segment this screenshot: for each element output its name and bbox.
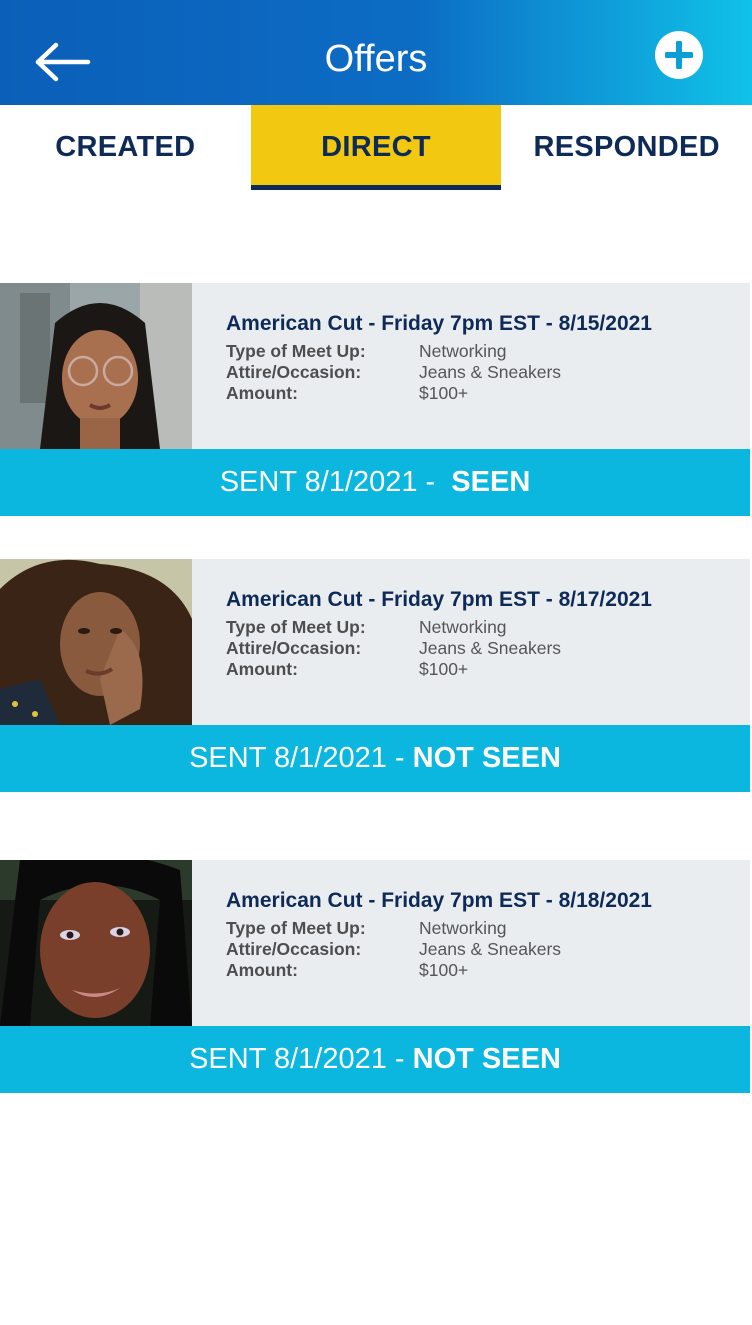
tab-direct[interactable]: DIRECT	[250, 105, 502, 190]
detail-row-amount: Amount: $100+	[226, 960, 652, 981]
detail-label: Attire/Occasion:	[226, 939, 362, 959]
detail-label: Attire/Occasion:	[226, 638, 362, 658]
detail-value: Networking	[419, 918, 507, 938]
offer-title: American Cut - Friday 7pm EST - 8/15/202…	[226, 312, 652, 335]
add-offer-button[interactable]	[655, 31, 703, 79]
detail-label: Type of Meet Up:	[226, 617, 366, 637]
detail-value: $100+	[419, 960, 469, 980]
detail-value: $100+	[419, 659, 469, 679]
offer-details: American Cut - Friday 7pm EST - 8/17/202…	[226, 587, 652, 680]
plus-circle-icon	[665, 41, 693, 69]
profile-photo[interactable]	[0, 860, 192, 1026]
detail-value: $100+	[419, 383, 469, 403]
detail-row-amount: Amount: $100+	[226, 383, 652, 404]
detail-value: Jeans & Sneakers	[419, 362, 562, 382]
detail-label: Amount:	[226, 960, 298, 980]
profile-photo-image	[0, 283, 192, 449]
sent-date: SENT 8/1/2021 -	[219, 466, 452, 498]
offer-card-body: American Cut - Friday 7pm EST - 8/15/202…	[0, 283, 750, 449]
detail-label: Amount:	[226, 659, 298, 679]
offer-card-body: American Cut - Friday 7pm EST - 8/18/202…	[0, 860, 750, 1026]
detail-row-attire: Attire/Occasion: Jeans & Sneakers	[226, 638, 652, 659]
sent-date: SENT 8/1/2021 -	[189, 742, 413, 774]
offer-card[interactable]: American Cut - Friday 7pm EST - 8/17/202…	[0, 559, 750, 792]
offer-details: American Cut - Friday 7pm EST - 8/15/202…	[226, 311, 652, 404]
status-bar: SENT 8/1/2021 - SEEN	[0, 449, 750, 516]
detail-row-meetup: Type of Meet Up: Networking	[226, 341, 652, 362]
detail-value: Jeans & Sneakers	[419, 939, 562, 959]
detail-row-meetup: Type of Meet Up: Networking	[226, 617, 652, 638]
detail-label: Amount:	[226, 383, 298, 403]
seen-status: SEEN	[451, 466, 531, 498]
app-header: Offers	[0, 0, 752, 105]
profile-photo-image	[0, 559, 192, 725]
expand-icon	[177, 289, 192, 449]
detail-label: Type of Meet Up:	[226, 918, 366, 938]
detail-label: Type of Meet Up:	[226, 341, 366, 361]
profile-photo-image	[0, 860, 192, 1026]
status-bar: SENT 8/1/2021 - NOT SEEN	[0, 1026, 750, 1093]
offer-title: American Cut - Friday 7pm EST - 8/17/202…	[226, 588, 652, 611]
detail-value: Networking	[419, 617, 507, 637]
detail-value: Networking	[419, 341, 507, 361]
tab-responded[interactable]: RESPONDED	[501, 105, 752, 190]
detail-value: Jeans & Sneakers	[419, 638, 562, 658]
offer-tabs: CREATED DIRECT RESPONDED	[0, 105, 752, 190]
offer-card[interactable]: American Cut - Friday 7pm EST - 8/18/202…	[0, 860, 750, 1093]
detail-row-attire: Attire/Occasion: Jeans & Sneakers	[226, 362, 652, 383]
tab-created[interactable]: CREATED	[0, 105, 251, 190]
seen-status: NOT SEEN	[412, 1043, 561, 1075]
status-bar: SENT 8/1/2021 - NOT SEEN	[0, 725, 750, 792]
offer-card[interactable]: American Cut - Friday 7pm EST - 8/15/202…	[0, 283, 750, 516]
offer-details: American Cut - Friday 7pm EST - 8/18/202…	[226, 888, 652, 981]
detail-row-attire: Attire/Occasion: Jeans & Sneakers	[226, 939, 652, 960]
profile-photo[interactable]	[0, 283, 192, 449]
sent-date: SENT 8/1/2021 -	[189, 1043, 413, 1075]
offer-title: American Cut - Friday 7pm EST - 8/18/202…	[226, 889, 652, 912]
page-title: Offers	[324, 38, 428, 80]
detail-row-meetup: Type of Meet Up: Networking	[226, 918, 652, 939]
offer-card-body: American Cut - Friday 7pm EST - 8/17/202…	[0, 559, 750, 725]
profile-photo[interactable]	[0, 559, 192, 725]
detail-label: Attire/Occasion:	[226, 362, 362, 382]
detail-row-amount: Amount: $100+	[226, 659, 652, 680]
seen-status: NOT SEEN	[412, 742, 561, 774]
